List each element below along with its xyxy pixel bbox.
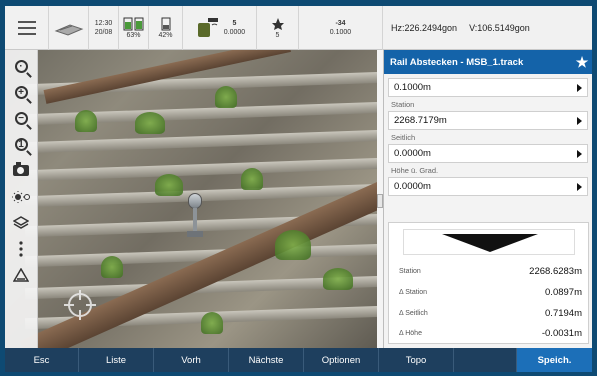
result-value: 0.0897m bbox=[545, 286, 582, 298]
result-label: Δ Höhe bbox=[399, 329, 422, 337]
track-sleeper bbox=[24, 129, 377, 154]
height-label: Höhe ü. Grad. bbox=[391, 166, 439, 175]
zoom-in-icon[interactable]: + bbox=[10, 84, 32, 101]
station-label: Station bbox=[391, 100, 415, 109]
result-value: 0.7194m bbox=[545, 307, 582, 319]
station-field[interactable]: 2268.7179m bbox=[388, 111, 588, 130]
grass-patch bbox=[241, 168, 263, 190]
gnss-sats-text: 5 bbox=[232, 20, 237, 27]
result-label: Station bbox=[399, 267, 421, 275]
grass-patch bbox=[155, 174, 183, 196]
previous-button[interactable]: Vorh bbox=[154, 348, 229, 372]
softkey-bar: Esc Liste Vorh Nächste Optionen Topo Spe… bbox=[5, 348, 592, 372]
options-button[interactable]: Optionen bbox=[304, 348, 379, 372]
field-arrow-icon[interactable] bbox=[577, 150, 582, 158]
topo-button[interactable]: Topo bbox=[379, 348, 454, 372]
grass-patch bbox=[75, 110, 97, 132]
spacer bbox=[454, 348, 517, 372]
crosshair-icon bbox=[64, 290, 96, 320]
v-angle-text: V:106.5149gon bbox=[469, 23, 530, 33]
time-text: 12:30 bbox=[94, 20, 113, 27]
layers-icon[interactable] bbox=[10, 214, 32, 231]
grass-patch bbox=[201, 312, 223, 334]
gnss-status[interactable]: 5 0.0000 bbox=[183, 6, 257, 50]
stakeout-panel: Rail Abstecken - MSB_1.track ★ 0.1000m S… bbox=[383, 50, 592, 348]
track-sleeper bbox=[24, 157, 377, 182]
grass-patch bbox=[101, 256, 123, 278]
result-row: Δ Station 0.0897m bbox=[389, 282, 588, 302]
hamburger-icon bbox=[17, 21, 36, 35]
zoom-reset-icon[interactable]: 1 bbox=[10, 136, 32, 153]
favorite-star-icon[interactable]: ★ bbox=[572, 54, 592, 71]
menu-button[interactable] bbox=[5, 6, 49, 50]
more-icon[interactable] bbox=[10, 240, 32, 257]
esc-button[interactable]: Esc bbox=[5, 348, 79, 372]
result-label: Δ Seitlich bbox=[399, 309, 428, 317]
panel-header: Rail Abstecken - MSB_1.track ★ bbox=[384, 50, 592, 74]
grass-patch bbox=[323, 268, 353, 290]
lateral-field[interactable]: 0.0000m bbox=[388, 144, 588, 163]
battery-icon bbox=[161, 17, 170, 30]
stakeout-results: Station 2268.6283m Δ Station 0.0897m Δ S… bbox=[388, 222, 589, 344]
warning-icon[interactable] bbox=[10, 266, 32, 283]
field-arrow-icon[interactable] bbox=[577, 117, 582, 125]
date-text: 20/08 bbox=[94, 29, 113, 36]
datetime-status[interactable]: 12:30 20/08 bbox=[89, 6, 119, 50]
grass-patch bbox=[135, 112, 165, 134]
prism-target bbox=[184, 193, 206, 238]
result-value: 2268.6283m bbox=[529, 265, 582, 277]
field-arrow-icon[interactable] bbox=[577, 183, 582, 191]
lateral-label: Seitlich bbox=[391, 133, 416, 142]
offset-value: 0.1000m bbox=[394, 82, 431, 93]
total-station-icon bbox=[54, 24, 83, 36]
offset-field[interactable]: 0.1000m bbox=[388, 78, 588, 97]
result-label: Δ Station bbox=[399, 288, 428, 296]
hz-angle-text: Hz:226.2494gon bbox=[391, 23, 458, 33]
list-button[interactable]: Liste bbox=[79, 348, 154, 372]
grass-patch bbox=[215, 86, 237, 108]
field-arrow-icon[interactable] bbox=[577, 84, 582, 92]
result-row: Δ Seitlich 0.7194m bbox=[389, 303, 588, 323]
gnss-value-text: 0.0000 bbox=[223, 29, 246, 36]
device-frame: 12:30 20/08 63% 42% 5 0.0000 5 -34 0.100… bbox=[0, 0, 597, 376]
zoom-out-icon[interactable]: − bbox=[10, 110, 32, 127]
grass-patch bbox=[275, 230, 311, 260]
instrument-status[interactable] bbox=[49, 6, 89, 50]
screen: 12:30 20/08 63% 42% 5 0.0000 5 -34 0.100… bbox=[5, 6, 592, 372]
direction-indicator bbox=[403, 229, 575, 255]
battery-1-text: 63% bbox=[126, 31, 141, 39]
gnss-receiver-icon bbox=[197, 18, 218, 37]
battery-icon bbox=[123, 17, 143, 30]
prism-status[interactable]: 5 bbox=[257, 6, 299, 50]
prism-sats-text: 5 bbox=[275, 31, 280, 39]
direction-arrow-icon bbox=[442, 234, 538, 252]
prism-icon bbox=[271, 17, 284, 30]
camera-icon[interactable] bbox=[10, 162, 32, 179]
result-row: Δ Höhe -0.0031m bbox=[389, 323, 588, 343]
camera-toolbar: · + − 1 bbox=[5, 50, 38, 348]
panel-title: Rail Abstecken - MSB_1.track bbox=[390, 56, 524, 68]
battery-status-2[interactable]: 42% bbox=[149, 6, 183, 50]
station-value: 2268.7179m bbox=[394, 115, 447, 126]
prism-constant-status[interactable]: -34 0.1000 bbox=[299, 6, 383, 50]
result-row: Station 2268.6283m bbox=[389, 261, 588, 281]
brightness-icon[interactable] bbox=[10, 188, 32, 205]
status-bar: 12:30 20/08 63% 42% 5 0.0000 5 -34 0.100… bbox=[5, 6, 592, 50]
zoom-fit-icon[interactable]: · bbox=[10, 58, 32, 75]
prism-value-text: 0.1000 bbox=[329, 29, 352, 36]
angle-readout: Hz:226.2494gon V:106.5149gon bbox=[383, 6, 592, 50]
save-button[interactable]: Speich. bbox=[517, 348, 592, 372]
lateral-value: 0.0000m bbox=[394, 148, 431, 159]
battery-2-text: 42% bbox=[158, 31, 173, 39]
prism-number-text: -34 bbox=[335, 20, 346, 27]
height-field[interactable]: 0.0000m bbox=[388, 177, 588, 196]
result-value: -0.0031m bbox=[541, 327, 582, 339]
height-value: 0.0000m bbox=[394, 181, 431, 192]
next-button[interactable]: Nächste bbox=[229, 348, 304, 372]
battery-status-1[interactable]: 63% bbox=[119, 6, 149, 50]
